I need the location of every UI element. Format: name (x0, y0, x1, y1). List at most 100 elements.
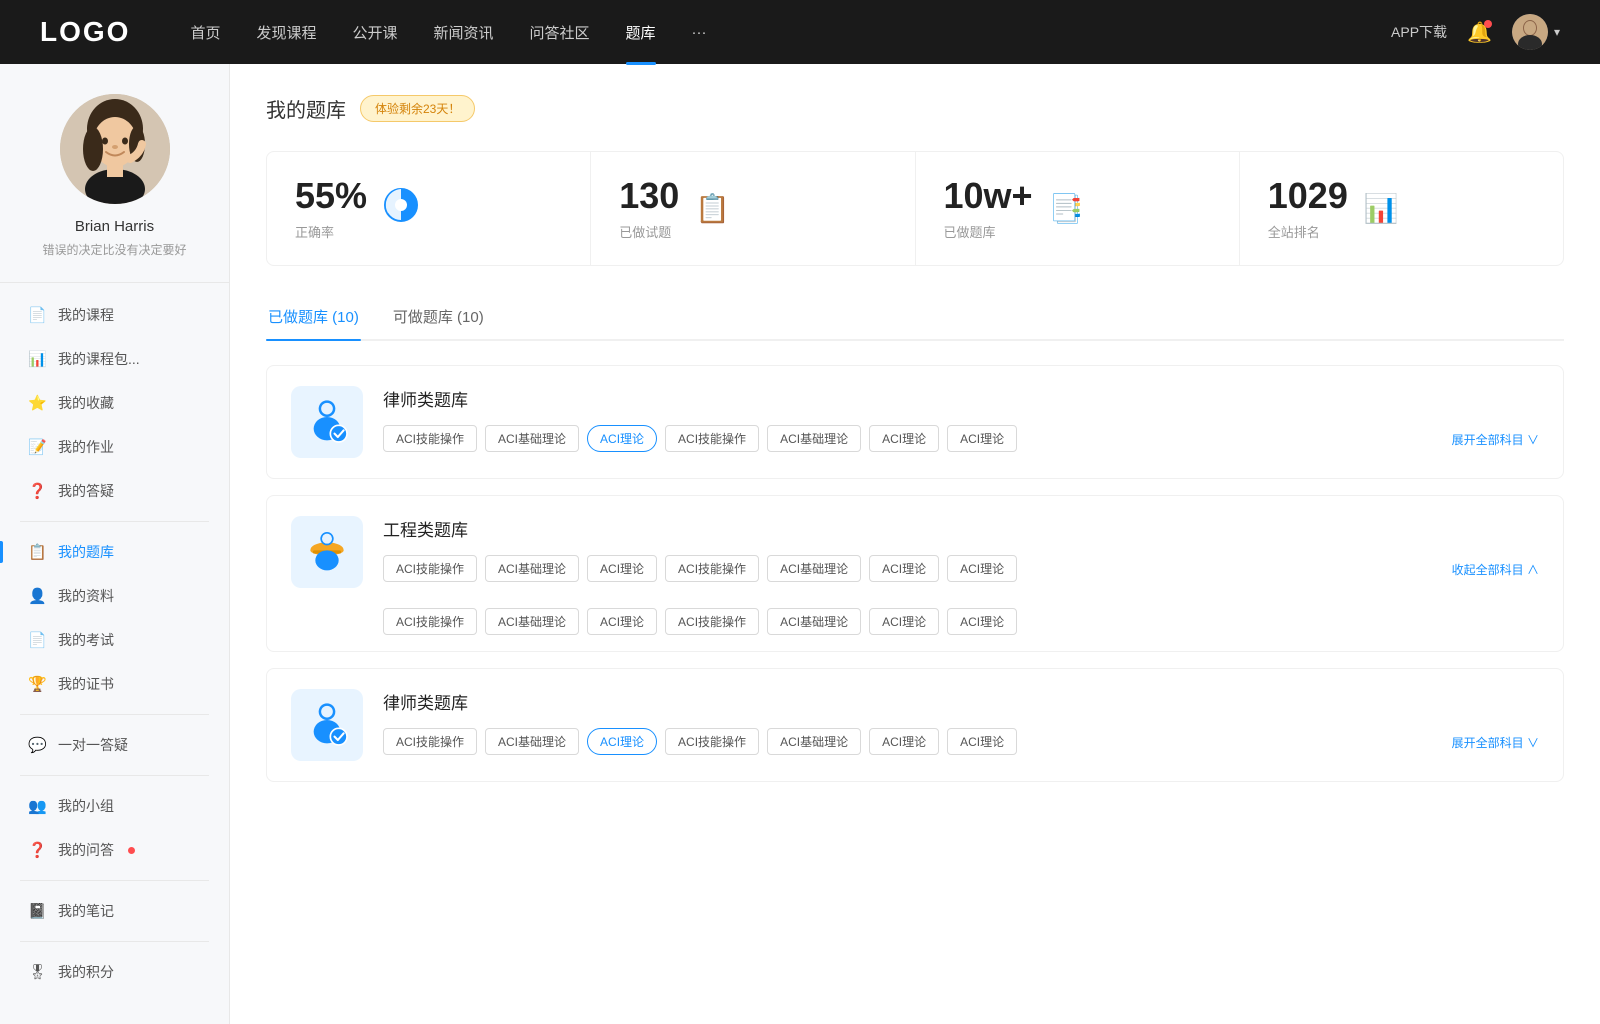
qbank-tag2-1-4[interactable]: ACI基础理论 (767, 608, 861, 635)
stat-label-2: 已做题库 (944, 222, 1033, 241)
qbank-tag-1-1[interactable]: ACI基础理论 (485, 555, 579, 582)
qbank-tag-0-0[interactable]: ACI技能操作 (383, 425, 477, 452)
stat-item-1: 130已做试题📋 (591, 152, 915, 265)
qbank-tag-2-1[interactable]: ACI基础理论 (485, 728, 579, 755)
qbank-tag-0-5[interactable]: ACI理论 (869, 425, 939, 452)
page-header: 我的题库 体验剩余23天！ (266, 94, 1564, 123)
qbank-tag-2-3[interactable]: ACI技能操作 (665, 728, 759, 755)
qbank-tag-0-6[interactable]: ACI理论 (947, 425, 1017, 452)
qbank-tag-1-4[interactable]: ACI基础理论 (767, 555, 861, 582)
sidebar-item-label-13: 我的积分 (58, 962, 114, 982)
sidebar-item-12[interactable]: 📓 我的笔记 (0, 889, 229, 933)
app-download-button[interactable]: APP下载 (1391, 22, 1447, 42)
qbank-toggle-2[interactable]: 展开全部科目 ∨ (1452, 730, 1539, 755)
qbank-tag-2-4[interactable]: ACI基础理论 (767, 728, 861, 755)
sidebar-item-label-10: 我的小组 (58, 796, 114, 816)
qbank-tag2-1-0[interactable]: ACI技能操作 (383, 608, 477, 635)
navbar: LOGO 首页 发现课程 公开课 新闻资讯 问答社区 题库 ··· APP下载 🔔 ▾ (0, 0, 1600, 64)
qbank-tag-1-0[interactable]: ACI技能操作 (383, 555, 477, 582)
qbank-tag-1-3[interactable]: ACI技能操作 (665, 555, 759, 582)
qbank-list: 律师类题库ACI技能操作ACI基础理论ACI理论ACI技能操作ACI基础理论AC… (266, 365, 1564, 782)
nav-link-发现课程[interactable]: 发现课程 (256, 22, 316, 43)
qbank-tags-row1-0: ACI技能操作 ACI基础理论 ACI理论 ACI技能操作 ACI基础理论 ACI理论 AC… (383, 425, 1539, 452)
qbank-tag-2-2[interactable]: ACI理论 (587, 728, 657, 755)
nav-link-···[interactable]: ··· (692, 24, 707, 41)
sidebar-item-label-0: 我的课程 (58, 305, 114, 325)
qbank-tag-0-1[interactable]: ACI基础理论 (485, 425, 579, 452)
qbank-tag-1-6[interactable]: ACI理论 (947, 555, 1017, 582)
qbank-tag2-1-2[interactable]: ACI理论 (587, 608, 657, 635)
sidebar-item-label-8: 我的证书 (58, 674, 114, 694)
sidebar-item-label-12: 我的笔记 (58, 901, 114, 921)
qbank-toggle-1[interactable]: 收起全部科目 ∧ (1452, 557, 1539, 582)
sidebar-item-0[interactable]: 📄 我的课程 (0, 293, 229, 337)
avatar-chevron: ▾ (1554, 25, 1560, 39)
qbank-tag2-1-6[interactable]: ACI理论 (947, 608, 1017, 635)
sidebar-divider-9 (20, 775, 209, 776)
sidebar-item-4[interactable]: ❓ 我的答疑 (0, 469, 229, 513)
qbank-tag-0-4[interactable]: ACI基础理论 (767, 425, 861, 452)
qbank-title-2: 律师类题库 (383, 689, 1539, 714)
qbank-title-0: 律师类题库 (383, 386, 1539, 411)
qbank-title-1: 工程类题库 (383, 516, 1539, 541)
nav-link-首页[interactable]: 首页 (190, 22, 220, 43)
sidebar-item-10[interactable]: 👥 我的小组 (0, 784, 229, 828)
sidebar-item-9[interactable]: 💬一对一答疑 (0, 723, 229, 767)
qbank-tag-2-0[interactable]: ACI技能操作 (383, 728, 477, 755)
stat-item-0: 55%正确率 (267, 152, 591, 265)
sidebar-item-label-1: 我的课程包... (58, 349, 140, 369)
sidebar-item-icon-4: ❓ (28, 482, 46, 500)
sidebar-item-label-6: 我的资料 (58, 586, 114, 606)
qbank-body-1: 工程类题库 ACI技能操作 ACI基础理论 ACI理论 ACI技能操作 ACI基础理论 AC… (383, 516, 1539, 582)
nav-links: 首页 发现课程 公开课 新闻资讯 问答社区 题库 ··· (190, 22, 1391, 43)
sidebar-item-2[interactable]: ⭐我的收藏 (0, 381, 229, 425)
qbank-section-1: 工程类题库 ACI技能操作 ACI基础理论 ACI理论 ACI技能操作 ACI基础理论 AC… (266, 495, 1564, 652)
sidebar-item-11[interactable]: ❓ 我的问答 (0, 828, 229, 872)
qbank-tag-1-2[interactable]: ACI理论 (587, 555, 657, 582)
sidebar-item-icon-0: 📄 (28, 306, 46, 324)
stat-icon-3: 📊 (1364, 192, 1399, 225)
sidebar-item-7[interactable]: 📄我的考试 (0, 618, 229, 662)
sidebar-item-icon-11: ❓ (28, 841, 46, 859)
sidebar-item-label-11: 我的问答 (58, 840, 114, 860)
nav-link-题库[interactable]: 题库 (626, 22, 656, 43)
sidebar-item-icon-12: 📓 (28, 902, 46, 920)
qbank-tag-2-5[interactable]: ACI理论 (869, 728, 939, 755)
sidebar-item-label-9: 一对一答疑 (58, 735, 128, 755)
trial-badge[interactable]: 体验剩余23天！ (360, 95, 475, 122)
sidebar-item-label-4: 我的答疑 (58, 481, 114, 501)
qbank-tag-1-5[interactable]: ACI理论 (869, 555, 939, 582)
qbank-toggle-0[interactable]: 展开全部科目 ∨ (1452, 427, 1539, 452)
qbank-tag-2-6[interactable]: ACI理论 (947, 728, 1017, 755)
qbank-tag-0-3[interactable]: ACI技能操作 (665, 425, 759, 452)
stat-icon-0 (383, 187, 419, 230)
tab-1[interactable]: 可做题库 (10) (391, 296, 486, 339)
stat-label-3: 全站排名 (1268, 222, 1348, 241)
nav-link-公开课[interactable]: 公开课 (352, 22, 397, 43)
profile-motto: 错误的决定比没有决定要好 (22, 241, 206, 258)
sidebar-item-3[interactable]: 📝我的作业 (0, 425, 229, 469)
logo[interactable]: LOGO (40, 16, 130, 48)
stat-item-2: 10w+已做题库📑 (916, 152, 1240, 265)
qbank-tag2-1-1[interactable]: ACI基础理论 (485, 608, 579, 635)
stat-label-1: 已做试题 (619, 222, 679, 241)
sidebar-item-icon-7: 📄 (28, 631, 46, 649)
stat-value-1: 130 (619, 176, 679, 216)
stat-label-0: 正确率 (295, 222, 367, 241)
sidebar-item-1[interactable]: 📊我的课程包... (0, 337, 229, 381)
tab-0[interactable]: 已做题库 (10) (266, 296, 361, 339)
qbank-tag-0-2[interactable]: ACI理论 (587, 425, 657, 452)
sidebar-item-6[interactable]: 👤我的资料 (0, 574, 229, 618)
sidebar-item-icon-10: 👥 (28, 797, 46, 815)
sidebar-item-8[interactable]: 🏆我的证书 (0, 662, 229, 706)
qbank-tag2-1-3[interactable]: ACI技能操作 (665, 608, 759, 635)
notification-bell[interactable]: 🔔 (1467, 20, 1492, 45)
nav-link-问答社区[interactable]: 问答社区 (530, 22, 590, 43)
stat-value-2: 10w+ (944, 176, 1033, 216)
nav-link-新闻资讯[interactable]: 新闻资讯 (434, 22, 494, 43)
sidebar-item-13[interactable]: 🎖我的积分 (0, 950, 229, 994)
user-avatar-menu[interactable]: ▾ (1512, 14, 1560, 50)
user-avatar (1512, 14, 1548, 50)
sidebar-item-5[interactable]: 📋我的题库 (0, 530, 229, 574)
qbank-tag2-1-5[interactable]: ACI理论 (869, 608, 939, 635)
